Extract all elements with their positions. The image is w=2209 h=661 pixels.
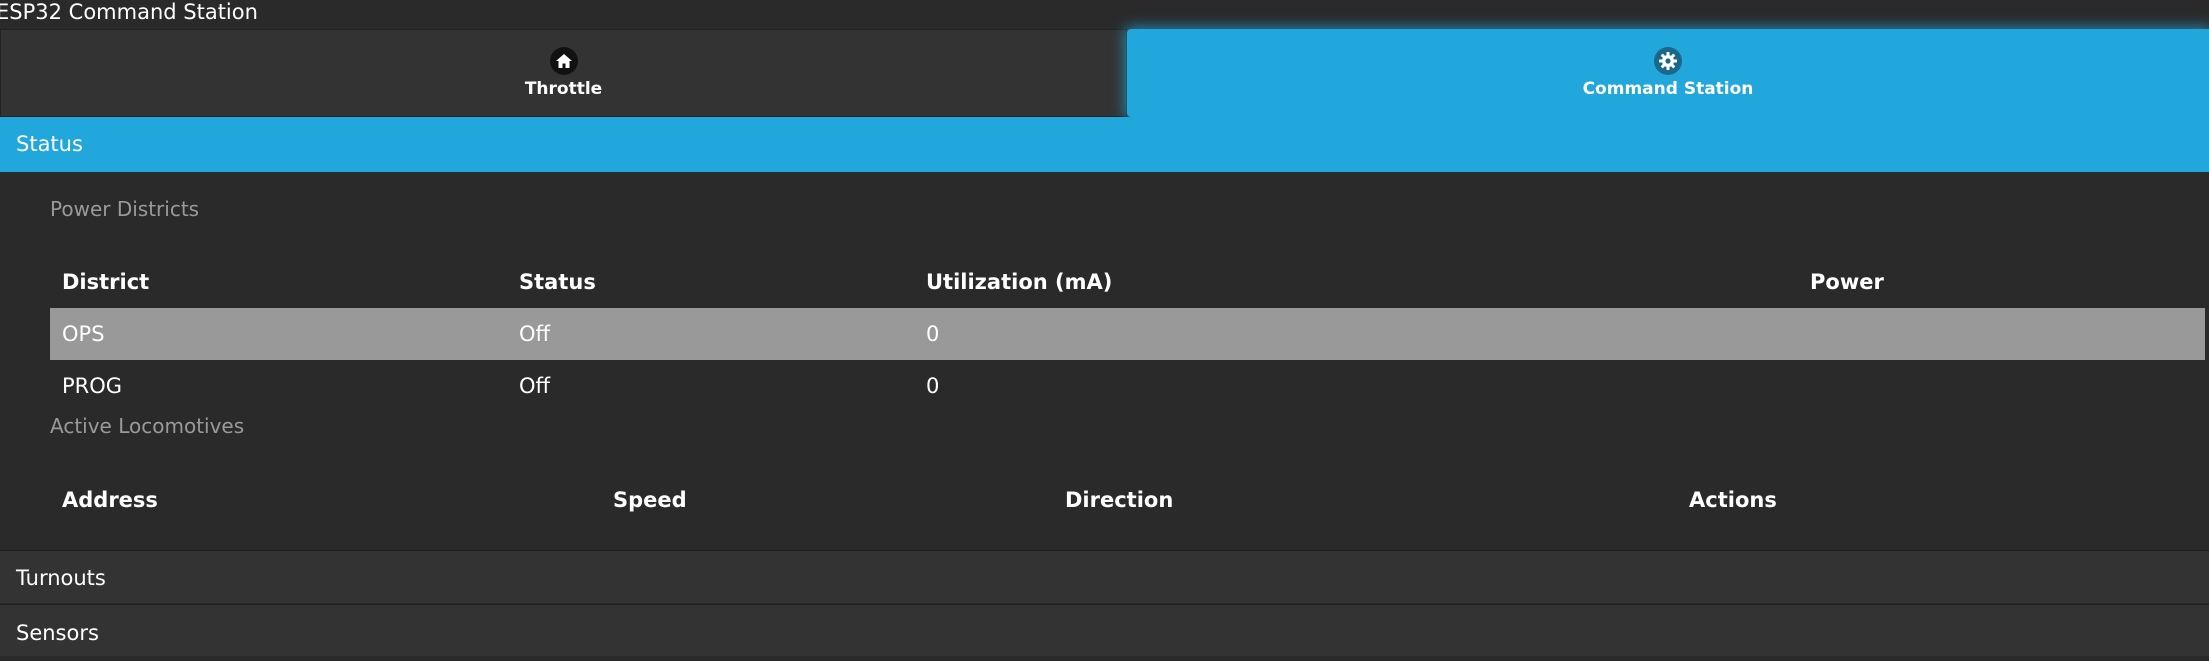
- tab-command-station[interactable]: Command Station: [1127, 29, 2209, 117]
- table-row: OPS Off 0: [50, 308, 2205, 360]
- tab-throttle-label: Throttle: [524, 79, 603, 99]
- column-header-speed: Speed: [613, 488, 687, 512]
- app-title: ESP32 Command Station: [0, 0, 258, 24]
- district-status: Off: [507, 308, 914, 360]
- nav-bar: Throttle Command Station: [0, 29, 2209, 117]
- table-header-row: Address Speed Direction Actions: [50, 474, 2205, 526]
- turnouts-section-header[interactable]: Turnouts: [0, 550, 2209, 603]
- district-name: PROG: [62, 374, 123, 398]
- district-power: [1798, 360, 2205, 412]
- table-row: PROG Off 0: [50, 360, 2205, 412]
- column-header-utilization: Utilization (mA): [926, 270, 1113, 294]
- active-locomotives-label: Active Locomotives: [50, 414, 245, 438]
- column-header-actions: Actions: [1689, 488, 1777, 512]
- table-header-row: District Status Utilization (mA) Power: [50, 256, 2205, 308]
- home-icon: [549, 47, 578, 75]
- gear-icon: [1654, 47, 1682, 75]
- tab-command-station-label: Command Station: [1582, 79, 1754, 99]
- district-utilization: 0: [926, 374, 940, 398]
- column-header-power: Power: [1810, 270, 1884, 294]
- power-districts-table: District Status Utilization (mA) Power O…: [50, 256, 2205, 412]
- column-header-direction: Direction: [1065, 488, 1174, 512]
- column-header-status: Status: [519, 270, 596, 294]
- district-power: [1798, 308, 2205, 360]
- power-districts-label: Power Districts: [50, 197, 200, 221]
- tab-throttle[interactable]: Throttle: [0, 29, 1127, 117]
- district-utilization: 0: [914, 308, 1798, 360]
- column-header-district: District: [62, 270, 150, 294]
- column-header-address: Address: [62, 488, 158, 512]
- sensors-section-header[interactable]: Sensors: [0, 604, 2209, 656]
- district-name: OPS: [50, 308, 507, 360]
- active-locomotives-table: Address Speed Direction Actions: [50, 474, 2205, 526]
- status-section-header[interactable]: Status: [0, 117, 2209, 172]
- district-status: Off: [519, 374, 550, 398]
